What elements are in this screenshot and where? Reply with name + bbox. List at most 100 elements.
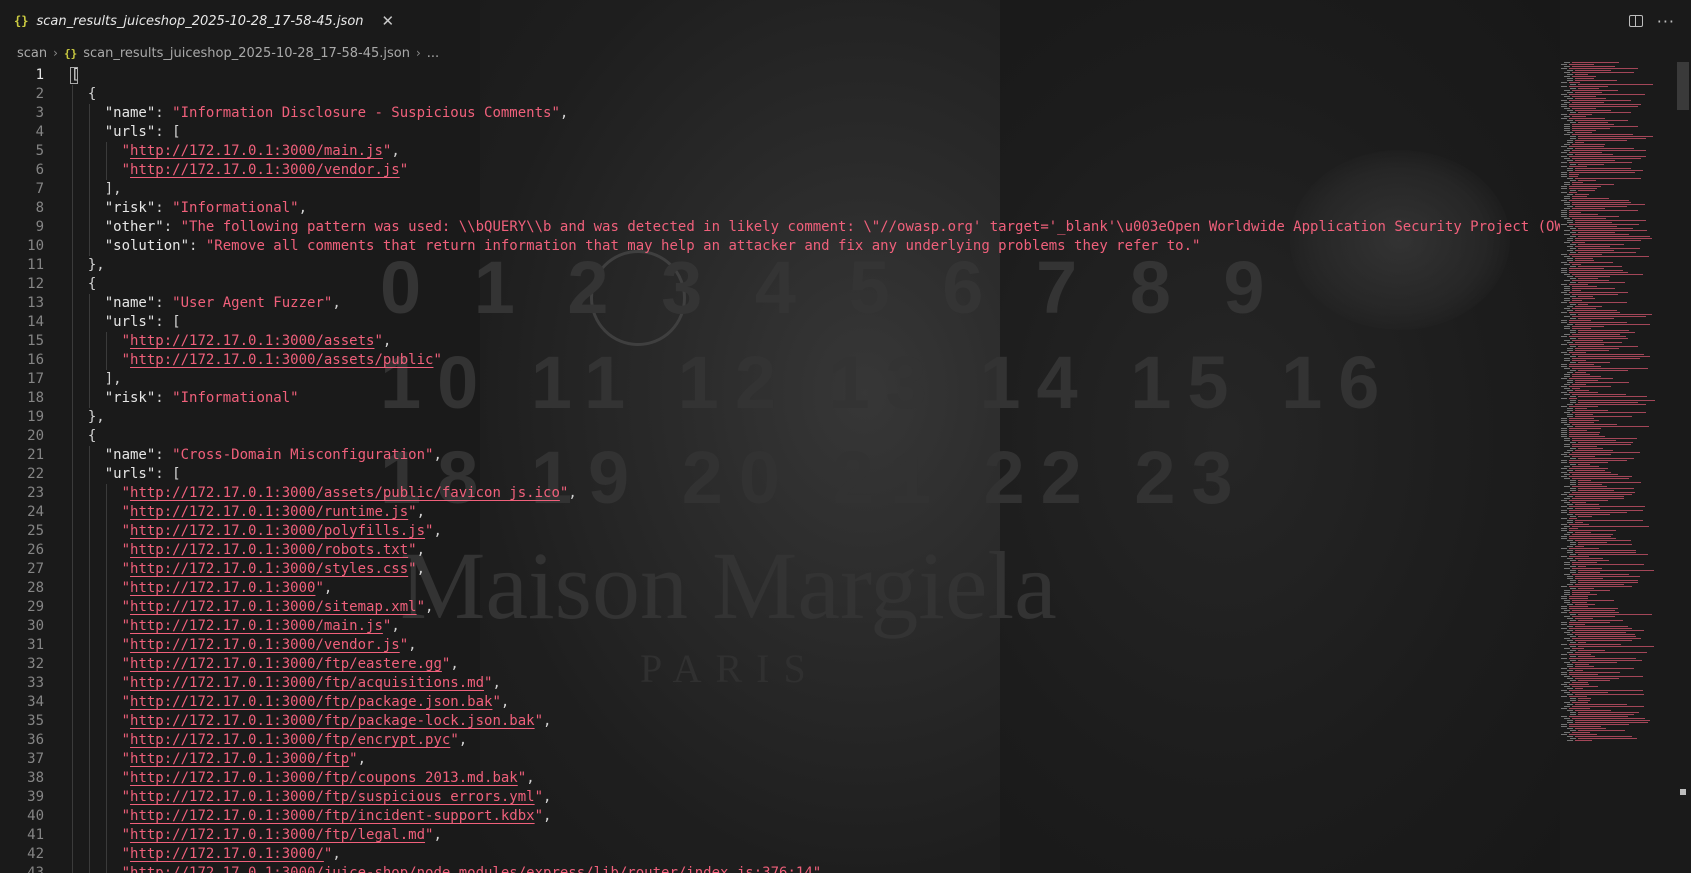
url-link[interactable]: http://172.17.0.1:3000/assets/public/fav… <box>130 485 560 501</box>
url-link[interactable]: http://172.17.0.1:3000/ftp/legal.md <box>130 827 425 843</box>
code-line[interactable]: 25 "http://172.17.0.1:3000/polyfills.js"… <box>0 522 1555 541</box>
code-line[interactable]: 40 "http://172.17.0.1:3000/ftp/incident-… <box>0 807 1555 826</box>
breadcrumb-symbols[interactable]: ... <box>427 46 439 61</box>
code-line[interactable]: 9 "other": "The following pattern was us… <box>0 218 1560 237</box>
split-editor-icon[interactable] <box>1628 15 1643 27</box>
code-line[interactable]: 2 { <box>0 85 1555 104</box>
minimap-line <box>1578 88 1599 89</box>
code-line[interactable]: 38 "http://172.17.0.1:3000/ftp/coupons_2… <box>0 769 1555 788</box>
url-link[interactable]: http://172.17.0.1:3000/juice-shop/node_m… <box>130 865 813 873</box>
code-line[interactable]: 32 "http://172.17.0.1:3000/ftp/eastere.g… <box>0 655 1555 674</box>
breadcrumb-file[interactable]: scan_results_juiceshop_2025-10-28_17-58-… <box>83 46 410 61</box>
code-line[interactable]: 20 { <box>0 427 1555 446</box>
minimap-line <box>1572 662 1617 663</box>
code-line[interactable]: 10 "solution": "Remove all comments that… <box>0 237 1555 256</box>
url-link[interactable]: http://172.17.0.1:3000/styles.css <box>130 561 408 577</box>
url-link[interactable]: http://172.17.0.1:3000/robots.txt <box>130 542 408 558</box>
vertical-scrollbar[interactable] <box>1676 62 1690 873</box>
json-string: " <box>121 770 131 786</box>
code-line[interactable]: 17 ], <box>0 370 1555 389</box>
minimap-line <box>1567 98 1573 99</box>
code-line[interactable]: 39 "http://172.17.0.1:3000/ftp/suspiciou… <box>0 788 1555 807</box>
minimap-line <box>1561 612 1567 613</box>
code-line[interactable]: 22 "urls": [ <box>0 465 1555 484</box>
url-link[interactable]: http://172.17.0.1:3000/ftp/eastere.gg <box>130 656 442 672</box>
code-line[interactable]: 42 "http://172.17.0.1:3000/", <box>0 845 1555 864</box>
minimap-line <box>1572 682 1588 683</box>
url-link[interactable]: http://172.17.0.1:3000/ftp/acquisitions.… <box>130 675 484 691</box>
minimap-line <box>1578 570 1654 571</box>
url-link[interactable]: http://172.17.0.1:3000/sitemap.xml <box>130 599 417 615</box>
code-line[interactable]: 18 "risk": "Informational" <box>0 389 1555 408</box>
code-line[interactable]: 23 "http://172.17.0.1:3000/assets/public… <box>0 484 1555 503</box>
code-editor[interactable]: 1[2 {3 "name": "Information Disclosure -… <box>0 62 1560 873</box>
more-actions-icon[interactable]: ··· <box>1657 12 1675 31</box>
code-line[interactable]: 4 "urls": [ <box>0 123 1555 142</box>
code-line[interactable]: 36 "http://172.17.0.1:3000/ftp/encrypt.p… <box>0 731 1555 750</box>
code-line[interactable]: 5 "http://172.17.0.1:3000/main.js", <box>0 142 1555 161</box>
url-link[interactable]: http://172.17.0.1:3000/ftp/coupons_2013.… <box>130 770 518 786</box>
close-icon[interactable]: ✕ <box>382 12 395 30</box>
scrollbar-thumb[interactable] <box>1677 62 1689 110</box>
punctuation: { <box>71 276 97 292</box>
url-link[interactable]: http://172.17.0.1:3000/polyfills.js <box>130 523 425 539</box>
code-line[interactable]: 37 "http://172.17.0.1:3000/ftp", <box>0 750 1555 769</box>
punctuation: : <box>155 105 173 121</box>
url-link[interactable]: http://172.17.0.1:3000/ftp/suspicious_er… <box>130 789 535 805</box>
code-line[interactable]: 19 }, <box>0 408 1555 427</box>
code-line[interactable]: 24 "http://172.17.0.1:3000/runtime.js", <box>0 503 1555 522</box>
minimap-line <box>1561 64 1567 65</box>
minimap-line <box>1575 380 1598 381</box>
code-line[interactable]: 43 "http://172.17.0.1:3000/juice-shop/no… <box>0 864 1555 873</box>
code-line[interactable]: 29 "http://172.17.0.1:3000/sitemap.xml", <box>0 598 1555 617</box>
url-link[interactable]: http://172.17.0.1:3000/assets <box>130 333 374 349</box>
minimap[interactable] <box>1557 62 1677 742</box>
minimap-line <box>1567 504 1573 505</box>
minimap-line <box>1575 626 1628 627</box>
url-link[interactable]: http://172.17.0.1:3000/ftp <box>130 751 349 767</box>
breadcrumb-folder[interactable]: scan <box>17 46 47 61</box>
code-line[interactable]: 35 "http://172.17.0.1:3000/ftp/package-l… <box>0 712 1555 731</box>
code-content: ], <box>71 370 122 389</box>
url-link[interactable]: http://172.17.0.1:3000/ftp/incident-supp… <box>130 808 535 824</box>
minimap-line <box>1572 592 1590 593</box>
url-link[interactable]: http://172.17.0.1:3000 <box>130 580 315 596</box>
code-line[interactable]: 11 }, <box>0 256 1555 275</box>
code-line[interactable]: 8 "risk": "Informational", <box>0 199 1555 218</box>
punctuation <box>71 618 122 634</box>
code-line[interactable]: 14 "urls": [ <box>0 313 1555 332</box>
url-link[interactable]: http://172.17.0.1:3000/ <box>130 846 324 862</box>
code-line[interactable]: 28 "http://172.17.0.1:3000", <box>0 579 1555 598</box>
url-link[interactable]: http://172.17.0.1:3000/vendor.js <box>130 162 400 178</box>
code-line[interactable]: 1[ <box>0 66 1555 85</box>
url-link[interactable]: http://172.17.0.1:3000/ftp/encrypt.pyc <box>130 732 450 748</box>
code-line[interactable]: 7 ], <box>0 180 1555 199</box>
code-line[interactable]: 3 "name": "Information Disclosure - Susp… <box>0 104 1555 123</box>
punctuation <box>71 827 122 843</box>
code-line[interactable]: 13 "name": "User Agent Fuzzer", <box>0 294 1555 313</box>
code-line[interactable]: 33 "http://172.17.0.1:3000/ftp/acquisiti… <box>0 674 1555 693</box>
url-link[interactable]: http://172.17.0.1:3000/main.js <box>130 143 383 159</box>
tab-title[interactable]: scan_results_juiceshop_2025-10-28_17-58-… <box>36 14 363 29</box>
code-line[interactable]: 15 "http://172.17.0.1:3000/assets", <box>0 332 1555 351</box>
code-line[interactable]: 26 "http://172.17.0.1:3000/robots.txt", <box>0 541 1555 560</box>
code-line[interactable]: 6 "http://172.17.0.1:3000/vendor.js" <box>0 161 1555 180</box>
minimap-line <box>1567 408 1573 409</box>
editor-tab[interactable]: {} scan_results_juiceshop_2025-10-28_17-… <box>0 0 406 42</box>
code-line[interactable]: 21 "name": "Cross-Domain Misconfiguratio… <box>0 446 1555 465</box>
code-line[interactable]: 27 "http://172.17.0.1:3000/styles.css", <box>0 560 1555 579</box>
url-link[interactable]: http://172.17.0.1:3000/main.js <box>130 618 383 634</box>
code-content: "http://172.17.0.1:3000/vendor.js" <box>71 161 409 180</box>
code-line[interactable]: 12 { <box>0 275 1555 294</box>
code-line[interactable]: 31 "http://172.17.0.1:3000/vendor.js", <box>0 636 1555 655</box>
code-line[interactable]: 34 "http://172.17.0.1:3000/ftp/package.j… <box>0 693 1555 712</box>
url-link[interactable]: http://172.17.0.1:3000/assets/public <box>130 352 433 368</box>
url-link[interactable]: http://172.17.0.1:3000/vendor.js <box>130 637 400 653</box>
code-line[interactable]: 16 "http://172.17.0.1:3000/assets/public… <box>0 351 1555 370</box>
url-link[interactable]: http://172.17.0.1:3000/ftp/package-lock.… <box>130 713 535 729</box>
code-line[interactable]: 41 "http://172.17.0.1:3000/ftp/legal.md"… <box>0 826 1555 845</box>
minimap-line <box>1569 548 1599 549</box>
url-link[interactable]: http://172.17.0.1:3000/runtime.js <box>130 504 408 520</box>
url-link[interactable]: http://172.17.0.1:3000/ftp/package.json.… <box>130 694 492 710</box>
code-line[interactable]: 30 "http://172.17.0.1:3000/main.js", <box>0 617 1555 636</box>
